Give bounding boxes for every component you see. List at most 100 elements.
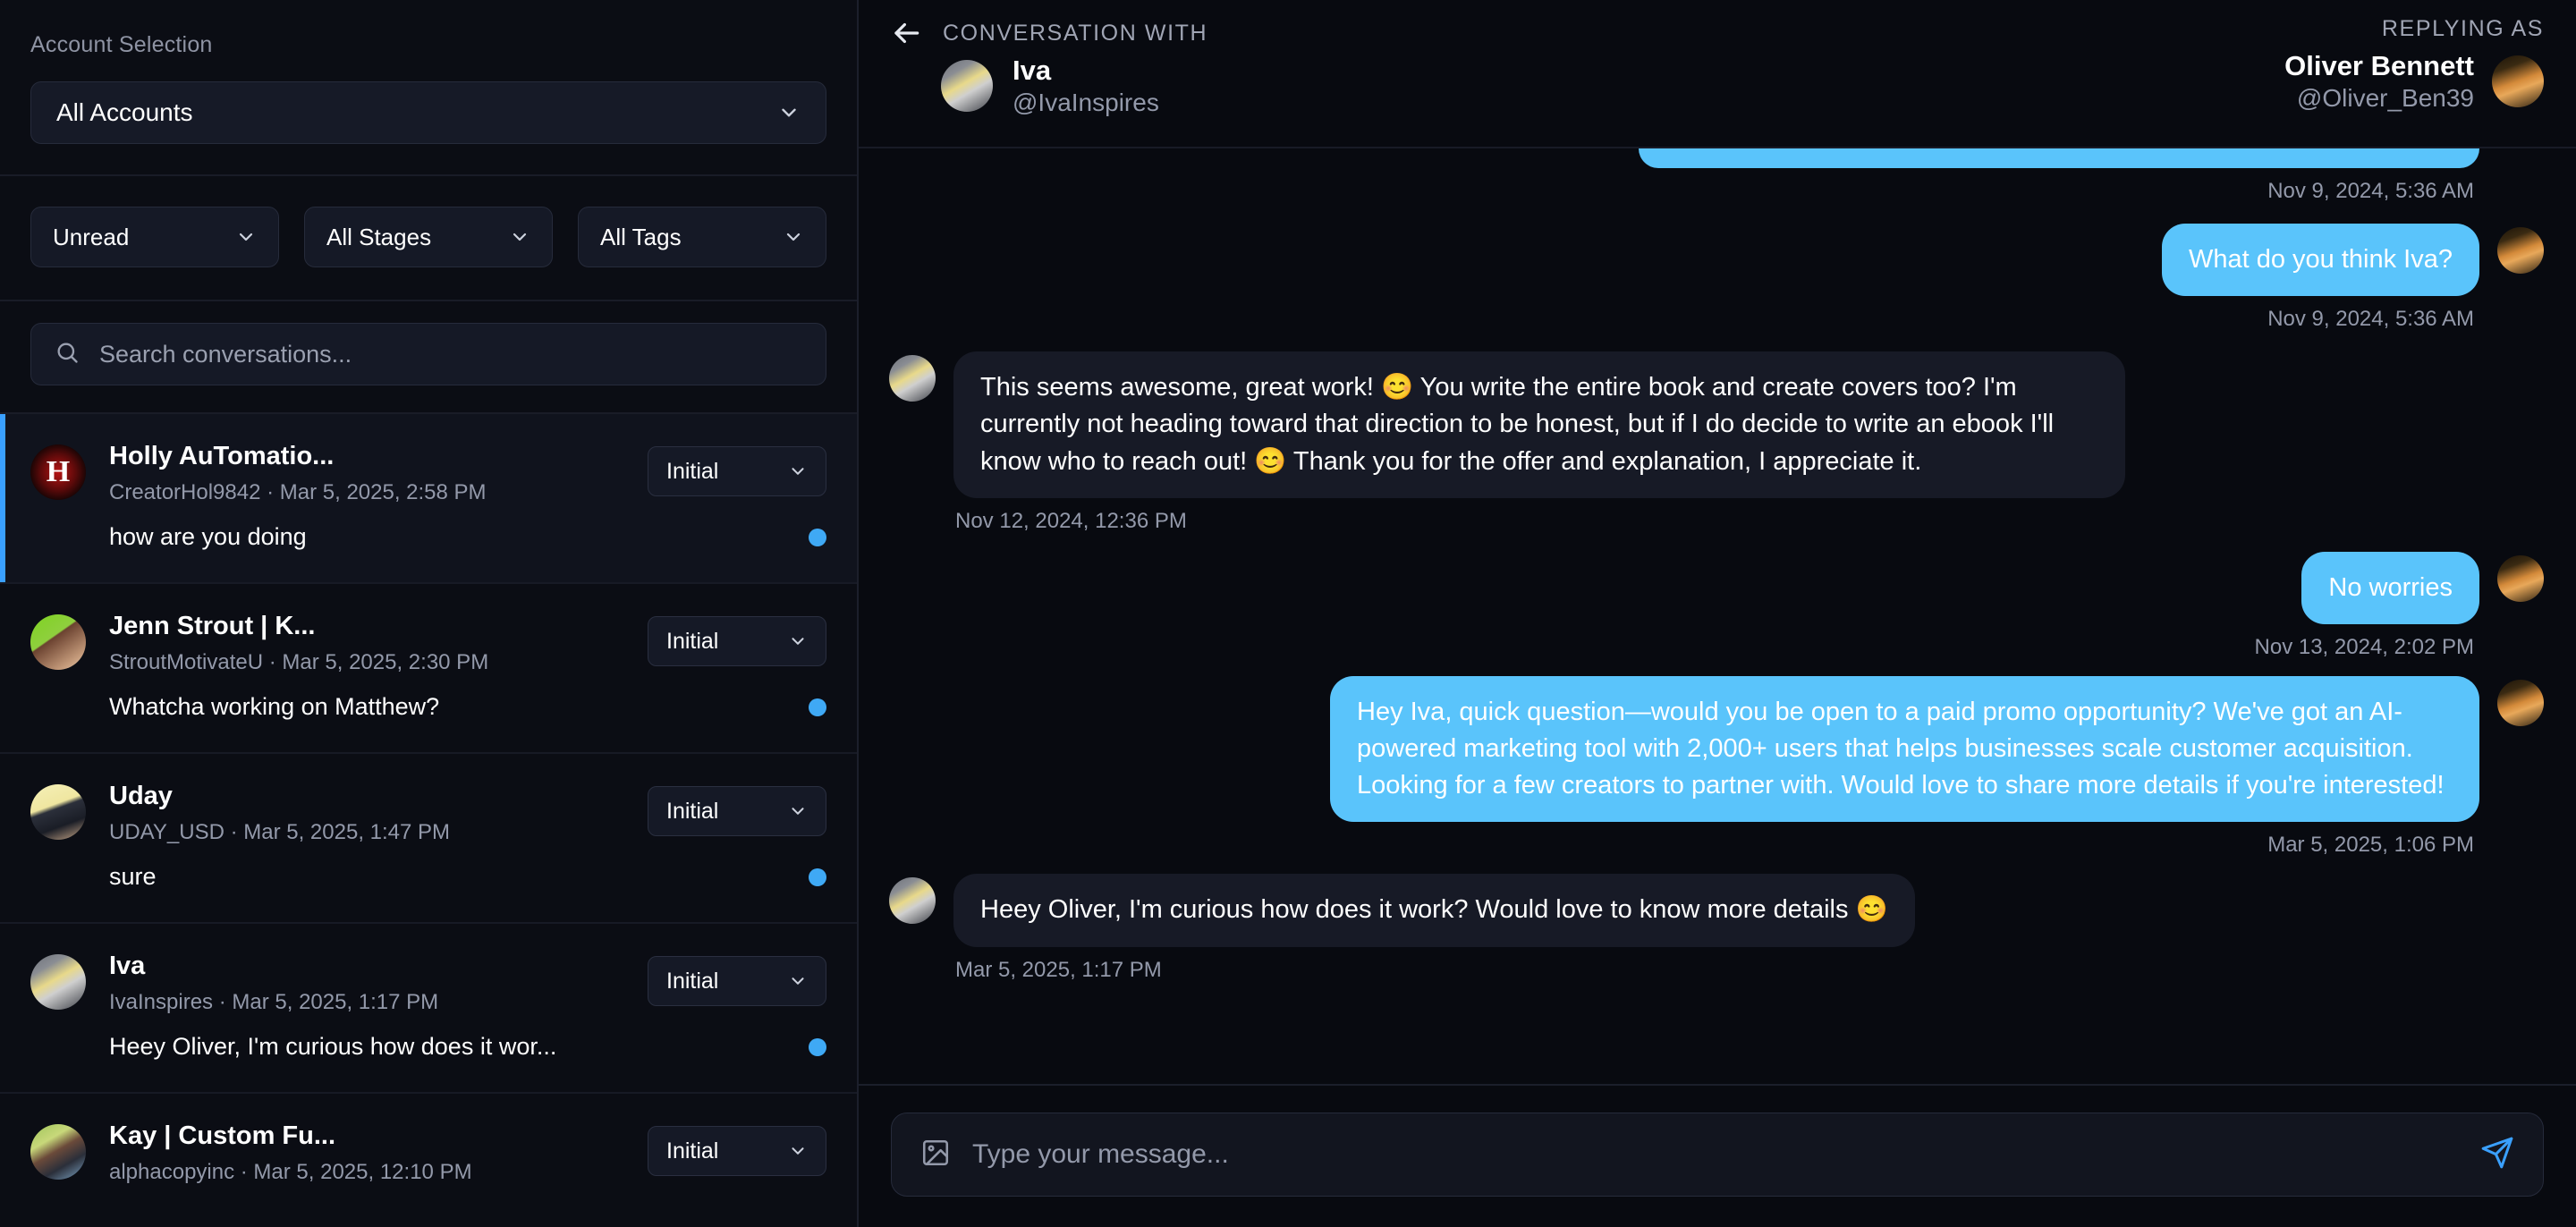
account-select[interactable]: All Accounts bbox=[30, 81, 826, 144]
conversation-list[interactable]: Holly AuTomatio... CreatorHol9842 · Mar … bbox=[0, 414, 857, 1227]
stage-select[interactable]: Initial bbox=[648, 786, 826, 836]
message-group: Nov 9, 2024, 5:36 AM bbox=[889, 148, 2544, 204]
search-wrap: Search conversations... bbox=[0, 301, 857, 414]
message-bubble: What do you think Iva? bbox=[2162, 224, 2479, 297]
reply-identity[interactable]: Oliver Bennett @Oliver_Ben39 bbox=[2284, 50, 2544, 113]
conversation-meta: StroutMotivateU · Mar 5, 2025, 2:30 PM bbox=[109, 649, 489, 674]
chevron-down-icon bbox=[788, 971, 808, 991]
search-conversations-input[interactable]: Search conversations... bbox=[30, 323, 826, 385]
message-group: No worries Nov 13, 2024, 2:02 PM bbox=[889, 551, 2544, 660]
message-row: This seems awesome, great work! 😊 You wr… bbox=[889, 351, 2544, 498]
conversation-meta: IvaInspires · Mar 5, 2025, 1:17 PM bbox=[109, 989, 439, 1014]
reply-names: Oliver Bennett @Oliver_Ben39 bbox=[2284, 50, 2474, 113]
conversation-controls: Initial bbox=[648, 951, 826, 1067]
avatar bbox=[30, 1124, 86, 1180]
filter-read-status-value: Unread bbox=[53, 223, 130, 250]
message-bubble: This seems awesome, great work! 😊 You wr… bbox=[953, 351, 2125, 498]
message-list[interactable]: Nov 9, 2024, 5:36 AM What do you think I… bbox=[859, 148, 2576, 1084]
conversation-meta: CreatorHol9842 · Mar 5, 2025, 2:58 PM bbox=[109, 479, 487, 504]
avatar bbox=[2497, 679, 2544, 726]
conversation-controls: Initial bbox=[648, 781, 826, 897]
avatar bbox=[30, 784, 86, 840]
contact-names: Iva @IvaInspires bbox=[1013, 55, 1159, 117]
conversation-name: Kay | Custom Fu... bbox=[109, 1121, 336, 1150]
message-timestamp: Nov 9, 2024, 5:36 AM bbox=[2267, 179, 2474, 203]
message-timestamp: Nov 9, 2024, 5:36 AM bbox=[2267, 307, 2474, 332]
filter-tags[interactable]: All Tags bbox=[578, 207, 826, 267]
stage-select-value: Initial bbox=[666, 628, 719, 654]
chevron-down-icon bbox=[783, 226, 804, 248]
chevron-down-icon bbox=[235, 226, 257, 248]
list-item[interactable]: Jenn Strout | K... StroutMotivateU · Mar… bbox=[0, 584, 857, 754]
conversation-text: Kay | Custom Fu... alphacopyinc · Mar 5,… bbox=[109, 1121, 648, 1185]
composer-wrap: Type your message... bbox=[859, 1084, 2576, 1227]
reply-name: Oliver Bennett bbox=[2284, 50, 2474, 81]
list-item[interactable]: Holly AuTomatio... CreatorHol9842 · Mar … bbox=[0, 414, 857, 584]
stage-select-value: Initial bbox=[666, 1138, 719, 1164]
conversation-meta: alphacopyinc · Mar 5, 2025, 12:10 PM bbox=[109, 1159, 472, 1184]
send-icon[interactable] bbox=[2480, 1136, 2514, 1174]
conversation-header: CONVERSATION WITH Iva @IvaInspires REPLY… bbox=[859, 0, 2576, 148]
search-placeholder: Search conversations... bbox=[99, 340, 352, 368]
stage-select[interactable]: Initial bbox=[648, 956, 826, 1006]
contact-name: Iva bbox=[1013, 55, 1052, 86]
back-arrow-icon[interactable] bbox=[889, 16, 923, 50]
chevron-down-icon bbox=[788, 461, 808, 481]
message-input-placeholder[interactable]: Type your message... bbox=[972, 1139, 2459, 1170]
message-group: Heey Oliver, I'm curious how does it wor… bbox=[889, 874, 2544, 982]
conversation-name: Holly AuTomatio... bbox=[109, 442, 335, 470]
message-row: What do you think Iva? bbox=[889, 224, 2544, 297]
unread-indicator bbox=[809, 868, 826, 886]
avatar bbox=[941, 60, 993, 113]
account-selection-label: Account Selection bbox=[30, 32, 213, 57]
message-composer[interactable]: Type your message... bbox=[891, 1113, 2544, 1197]
message-timestamp: Nov 12, 2024, 12:36 PM bbox=[955, 508, 1187, 533]
account-select-value: All Accounts bbox=[56, 98, 193, 126]
conversation-name: Uday bbox=[109, 782, 173, 810]
avatar bbox=[30, 444, 86, 500]
conversation-controls: Initial bbox=[648, 1121, 826, 1227]
message-group: What do you think Iva? Nov 9, 2024, 5:36… bbox=[889, 224, 2544, 332]
replying-as-label: REPLYING AS bbox=[2381, 16, 2544, 41]
filter-read-status[interactable]: Unread bbox=[30, 207, 279, 267]
message-row: Hey Iva, quick question—would you be ope… bbox=[889, 675, 2544, 823]
chevron-down-icon bbox=[777, 101, 801, 124]
conversation-name: Jenn Strout | K... bbox=[109, 612, 316, 640]
message-row bbox=[889, 148, 2544, 168]
message-group: Hey Iva, quick question—would you be ope… bbox=[889, 675, 2544, 859]
conversation-meta: UDAY_USD · Mar 5, 2025, 1:47 PM bbox=[109, 819, 451, 844]
conversation-preview: how are you doing bbox=[109, 522, 307, 550]
message-bubble: Hey Iva, quick question—would you be ope… bbox=[1330, 675, 2479, 823]
conversation-preview: Whatcha working on Matthew? bbox=[109, 692, 440, 720]
chevron-down-icon bbox=[788, 1141, 808, 1161]
conversation-controls: Initial bbox=[648, 441, 826, 557]
stage-select-value: Initial bbox=[666, 798, 719, 824]
message-bubble-clipped bbox=[1639, 148, 2479, 168]
message-timestamp: Mar 5, 2025, 1:17 PM bbox=[955, 957, 1162, 982]
stage-select[interactable]: Initial bbox=[648, 616, 826, 666]
conversation-with-block: CONVERSATION WITH Iva @IvaInspires bbox=[889, 16, 1208, 117]
stage-select[interactable]: Initial bbox=[648, 1126, 826, 1176]
replying-as-block: REPLYING AS Oliver Bennett @Oliver_Ben39 bbox=[2284, 16, 2544, 113]
unread-indicator bbox=[809, 698, 826, 716]
contact-identity: Iva @IvaInspires bbox=[941, 55, 1208, 117]
filter-stages[interactable]: All Stages bbox=[304, 207, 553, 267]
stage-select[interactable]: Initial bbox=[648, 446, 826, 496]
sidebar: Account Selection All Accounts Unread Al… bbox=[0, 0, 859, 1227]
conversation-name: Iva bbox=[109, 952, 146, 980]
list-item[interactable]: Kay | Custom Fu... alphacopyinc · Mar 5,… bbox=[0, 1094, 857, 1227]
conversation-pane: CONVERSATION WITH Iva @IvaInspires REPLY… bbox=[859, 0, 2576, 1227]
list-item[interactable]: Uday UDAY_USD · Mar 5, 2025, 1:47 PM sur… bbox=[0, 754, 857, 924]
avatar bbox=[889, 877, 936, 925]
chevron-down-icon bbox=[788, 631, 808, 651]
message-timestamp: Nov 13, 2024, 2:02 PM bbox=[2254, 634, 2474, 659]
message-bubble: No worries bbox=[2301, 551, 2479, 624]
image-attach-icon[interactable] bbox=[920, 1138, 951, 1172]
avatar bbox=[889, 355, 936, 402]
avatar bbox=[30, 614, 86, 670]
message-group: This seems awesome, great work! 😊 You wr… bbox=[889, 351, 2544, 534]
list-item[interactable]: Iva IvaInspires · Mar 5, 2025, 1:17 PM H… bbox=[0, 924, 857, 1094]
message-row: Heey Oliver, I'm curious how does it wor… bbox=[889, 874, 2544, 947]
contact-handle: @IvaInspires bbox=[1013, 89, 1159, 117]
reply-handle: @Oliver_Ben39 bbox=[2296, 84, 2474, 113]
